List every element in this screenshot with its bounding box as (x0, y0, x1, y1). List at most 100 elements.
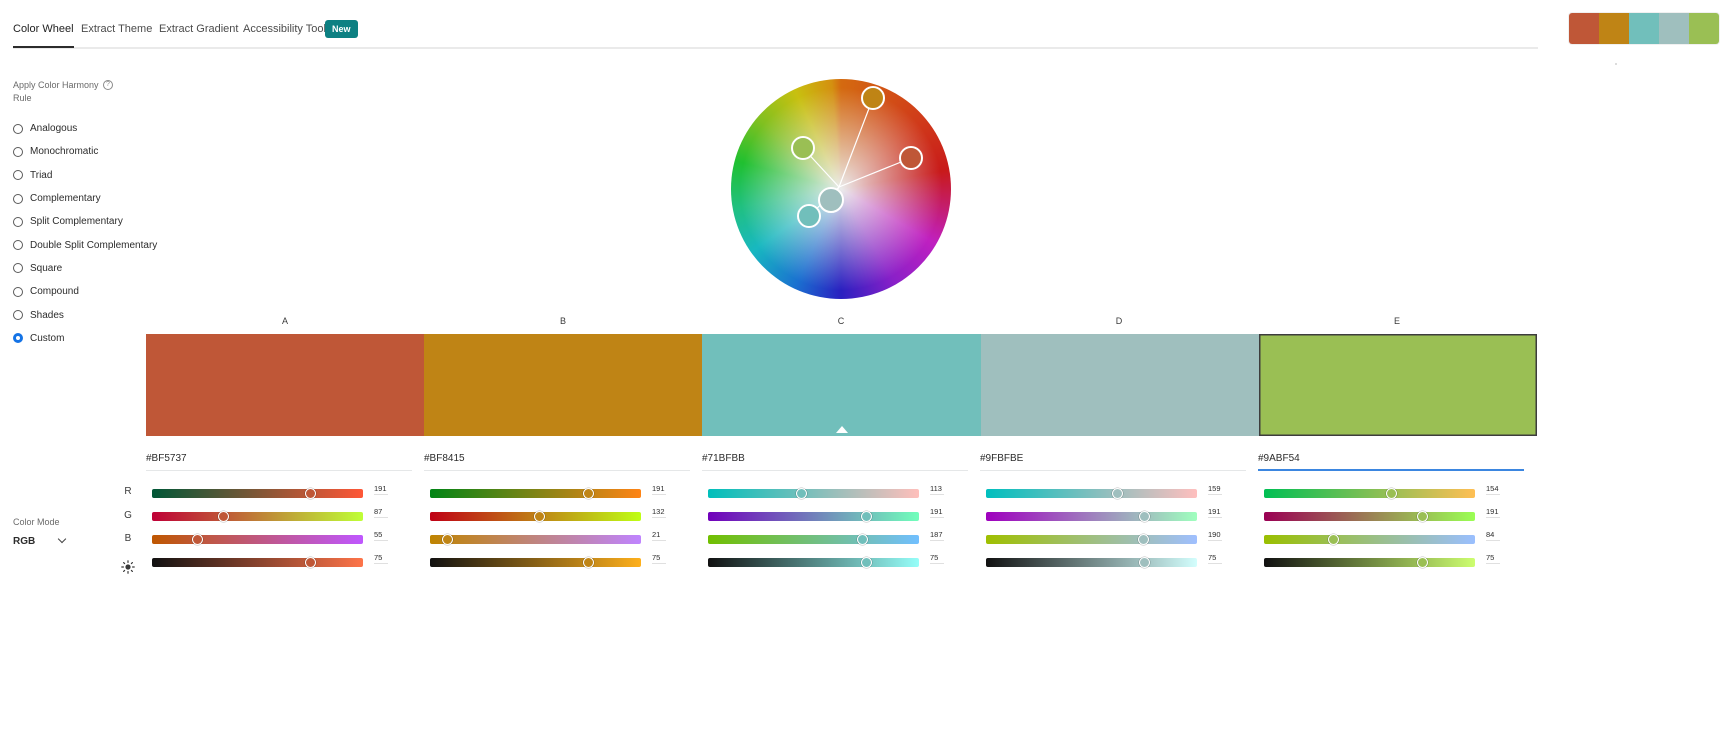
slider-thumb[interactable] (441, 534, 453, 545)
slider-thumb[interactable] (533, 511, 545, 522)
slider-track[interactable] (986, 557, 1197, 568)
slider-track[interactable] (986, 511, 1197, 522)
slider-thumb[interactable] (1416, 511, 1428, 522)
slider-value-input[interactable]: 191 (1208, 507, 1222, 518)
slider-track[interactable] (708, 534, 919, 545)
slider-value-input[interactable]: 75 (652, 553, 666, 564)
slider-track[interactable] (1264, 488, 1475, 499)
radio-unchecked[interactable] (13, 216, 23, 227)
harmony-rule-option[interactable]: Custom (13, 327, 157, 350)
harmony-rule-option[interactable]: Split Complementary (13, 210, 157, 233)
slider-track[interactable] (430, 557, 641, 568)
radio-unchecked[interactable] (13, 310, 23, 321)
slider-track[interactable] (152, 488, 363, 499)
slider-value-input[interactable]: 191 (374, 484, 388, 495)
radio-unchecked[interactable] (13, 123, 23, 134)
color-wheel-handle[interactable] (797, 204, 821, 228)
slider-track[interactable] (986, 488, 1197, 499)
radio-unchecked[interactable] (13, 286, 23, 297)
slider-value-input[interactable]: 21 (652, 530, 666, 541)
slider-thumb[interactable] (1137, 534, 1149, 545)
hex-input[interactable]: #71BFBB (702, 452, 968, 471)
slider-thumb[interactable] (1138, 511, 1150, 522)
slider-value-input[interactable]: 191 (1486, 507, 1500, 518)
harmony-rule-option[interactable]: Monochromatic (13, 140, 157, 163)
slider-thumb[interactable] (796, 488, 807, 499)
slider-track[interactable] (152, 534, 363, 545)
slider-value-input[interactable]: 84 (1486, 530, 1500, 541)
slider-track[interactable] (708, 511, 919, 522)
radio-unchecked[interactable] (13, 240, 23, 251)
slider-value-input[interactable]: 55 (374, 530, 388, 541)
harmony-rule-option[interactable]: Analogous (13, 117, 157, 140)
tab-extract-gradient[interactable]: Extract Gradient (159, 23, 238, 35)
slider-value-input[interactable]: 75 (1208, 553, 1222, 564)
slider-track[interactable] (1264, 511, 1475, 522)
color-mode-select[interactable]: RGB (13, 534, 67, 548)
color-wheel-handle[interactable] (818, 187, 844, 213)
slider-thumb[interactable] (860, 511, 872, 522)
harmony-rule-option[interactable]: Double Split Complementary (13, 233, 157, 256)
radio-unchecked[interactable] (13, 263, 23, 274)
slider-value-input[interactable]: 75 (1486, 553, 1500, 564)
slider-value-input[interactable]: 154 (1486, 484, 1500, 495)
tab-accessibility-tools[interactable]: Accessibility Tools (243, 23, 331, 35)
harmony-rule-option[interactable]: Compound (13, 280, 157, 303)
slider-track[interactable] (708, 557, 919, 568)
slider-thumb[interactable] (1112, 488, 1124, 499)
slider-track[interactable] (1264, 557, 1475, 568)
slider-value-input[interactable]: 75 (930, 553, 944, 564)
radio-unchecked[interactable] (13, 170, 23, 181)
hex-input[interactable]: #9FBFBE (980, 452, 1246, 471)
slider-thumb[interactable] (857, 534, 869, 545)
hex-input[interactable]: #BF5737 (146, 452, 412, 471)
color-swatch[interactable] (980, 334, 1259, 436)
slider-thumb[interactable] (582, 488, 594, 499)
slider-track[interactable] (430, 511, 641, 522)
radio-unchecked[interactable] (13, 193, 23, 204)
slider-track[interactable] (152, 511, 363, 522)
harmony-rule-option[interactable]: Complementary (13, 187, 157, 210)
radio-checked[interactable] (13, 333, 23, 344)
color-swatch[interactable] (1258, 334, 1538, 436)
slider-thumb[interactable] (1138, 557, 1150, 568)
hex-input[interactable]: #BF8415 (424, 452, 690, 471)
slider-thumb[interactable] (582, 557, 594, 568)
harmony-rule-option[interactable]: Shades (13, 303, 157, 326)
slider-thumb[interactable] (1328, 534, 1339, 545)
slider-value-input[interactable]: 159 (1208, 484, 1222, 495)
slider-track[interactable] (152, 557, 363, 568)
slider-thumb[interactable] (860, 557, 872, 568)
slider-thumb[interactable] (192, 534, 203, 545)
tab-color-wheel[interactable]: Color Wheel (13, 23, 74, 48)
harmony-rule-option[interactable]: Square (13, 257, 157, 280)
harmony-rule-option[interactable]: Triad (13, 164, 157, 187)
slider-value-input[interactable]: 132 (652, 507, 666, 518)
slider-value-input[interactable]: 75 (374, 553, 388, 564)
color-wheel-handle[interactable] (791, 136, 815, 160)
slider-thumb[interactable] (1416, 557, 1428, 568)
slider-value-input[interactable]: 191 (930, 507, 944, 518)
color-wheel-handle[interactable] (861, 86, 885, 110)
slider-value-input[interactable]: 87 (374, 507, 388, 518)
help-icon[interactable]: ? (103, 80, 113, 90)
radio-unchecked[interactable] (13, 146, 23, 157)
slider-thumb[interactable] (304, 557, 316, 568)
slider-value-input[interactable]: 113 (930, 484, 944, 495)
hex-input[interactable]: #9ABF54 (1258, 452, 1524, 471)
color-swatch[interactable] (702, 334, 981, 436)
color-swatch[interactable] (424, 334, 703, 436)
slider-value-input[interactable]: 187 (930, 530, 944, 541)
slider-track[interactable] (708, 488, 919, 499)
color-wheel[interactable] (731, 79, 951, 299)
slider-track[interactable] (430, 488, 641, 499)
slider-track[interactable] (1264, 534, 1475, 545)
slider-track[interactable] (986, 534, 1197, 545)
slider-track[interactable] (430, 534, 641, 545)
slider-thumb[interactable] (304, 488, 316, 499)
color-wheel-handle[interactable] (899, 146, 923, 170)
slider-value-input[interactable]: 190 (1208, 530, 1222, 541)
color-swatch[interactable] (146, 334, 425, 436)
slider-thumb[interactable] (218, 511, 230, 522)
slider-thumb[interactable] (1385, 488, 1397, 499)
